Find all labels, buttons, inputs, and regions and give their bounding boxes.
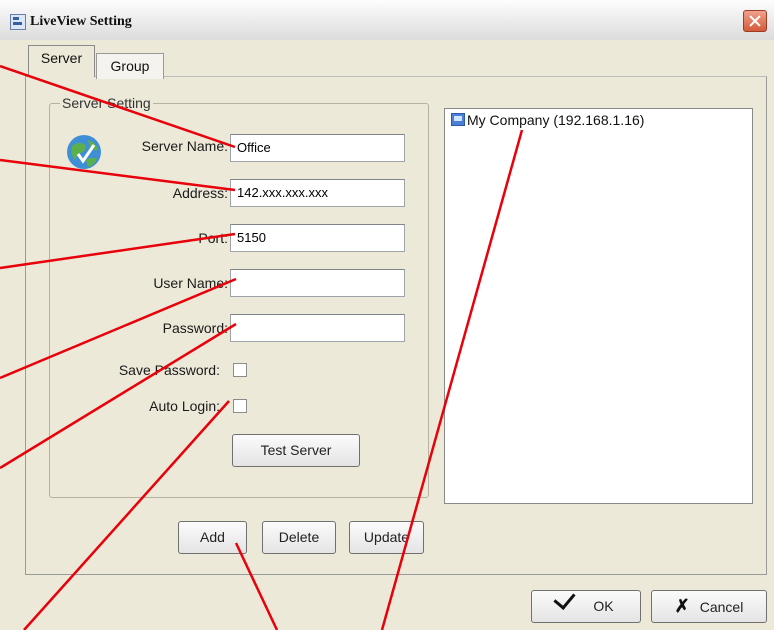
ok-button[interactable]: OK (531, 587, 641, 623)
password-label: Password: (162, 320, 228, 336)
auto-login-checkbox[interactable] (233, 399, 247, 413)
checkmark-icon (553, 587, 576, 610)
test-server-button[interactable]: Test Server (232, 434, 360, 467)
update-button[interactable]: Update (349, 521, 424, 554)
port-label: Port: (198, 230, 228, 246)
server-setting-legend: Server Setting (60, 95, 153, 111)
user-name-field[interactable] (230, 269, 405, 297)
server-name-field[interactable]: Office (230, 134, 405, 162)
liveview-setting-dialog: LiveView Setting Server Group Server Set… (0, 0, 774, 630)
add-button[interactable]: Add (178, 521, 247, 554)
window-title: LiveView Setting (30, 14, 132, 29)
server-name-label: Server Name: (141, 138, 228, 154)
server-icon (451, 113, 465, 126)
password-field[interactable] (230, 314, 405, 342)
cancel-label: Cancel (699, 599, 744, 615)
save-password-checkbox[interactable] (233, 363, 247, 377)
tab-server[interactable]: Server (28, 45, 95, 77)
save-password-label: Save Password: (118, 362, 220, 378)
port-field[interactable]: 5150 (230, 224, 405, 252)
address-label: Address: (172, 185, 228, 201)
app-icon (10, 14, 26, 30)
ok-label: OK (593, 598, 614, 614)
close-button[interactable] (743, 10, 767, 32)
user-name-label: User Name: (153, 275, 228, 291)
title-bar[interactable]: LiveView Setting (0, 0, 774, 40)
auto-login-label: Auto Login: (149, 398, 220, 414)
delete-button[interactable]: Delete (262, 521, 336, 554)
cancel-button[interactable]: ✗ Cancel (651, 590, 767, 623)
address-field[interactable]: 142.xxx.xxx.xxx (230, 179, 405, 207)
server-list[interactable] (444, 108, 753, 504)
x-icon: ✗ (674, 596, 690, 616)
server-list-item[interactable]: My Company (192.168.1.16) (467, 112, 644, 128)
tab-group[interactable]: Group (96, 53, 164, 79)
